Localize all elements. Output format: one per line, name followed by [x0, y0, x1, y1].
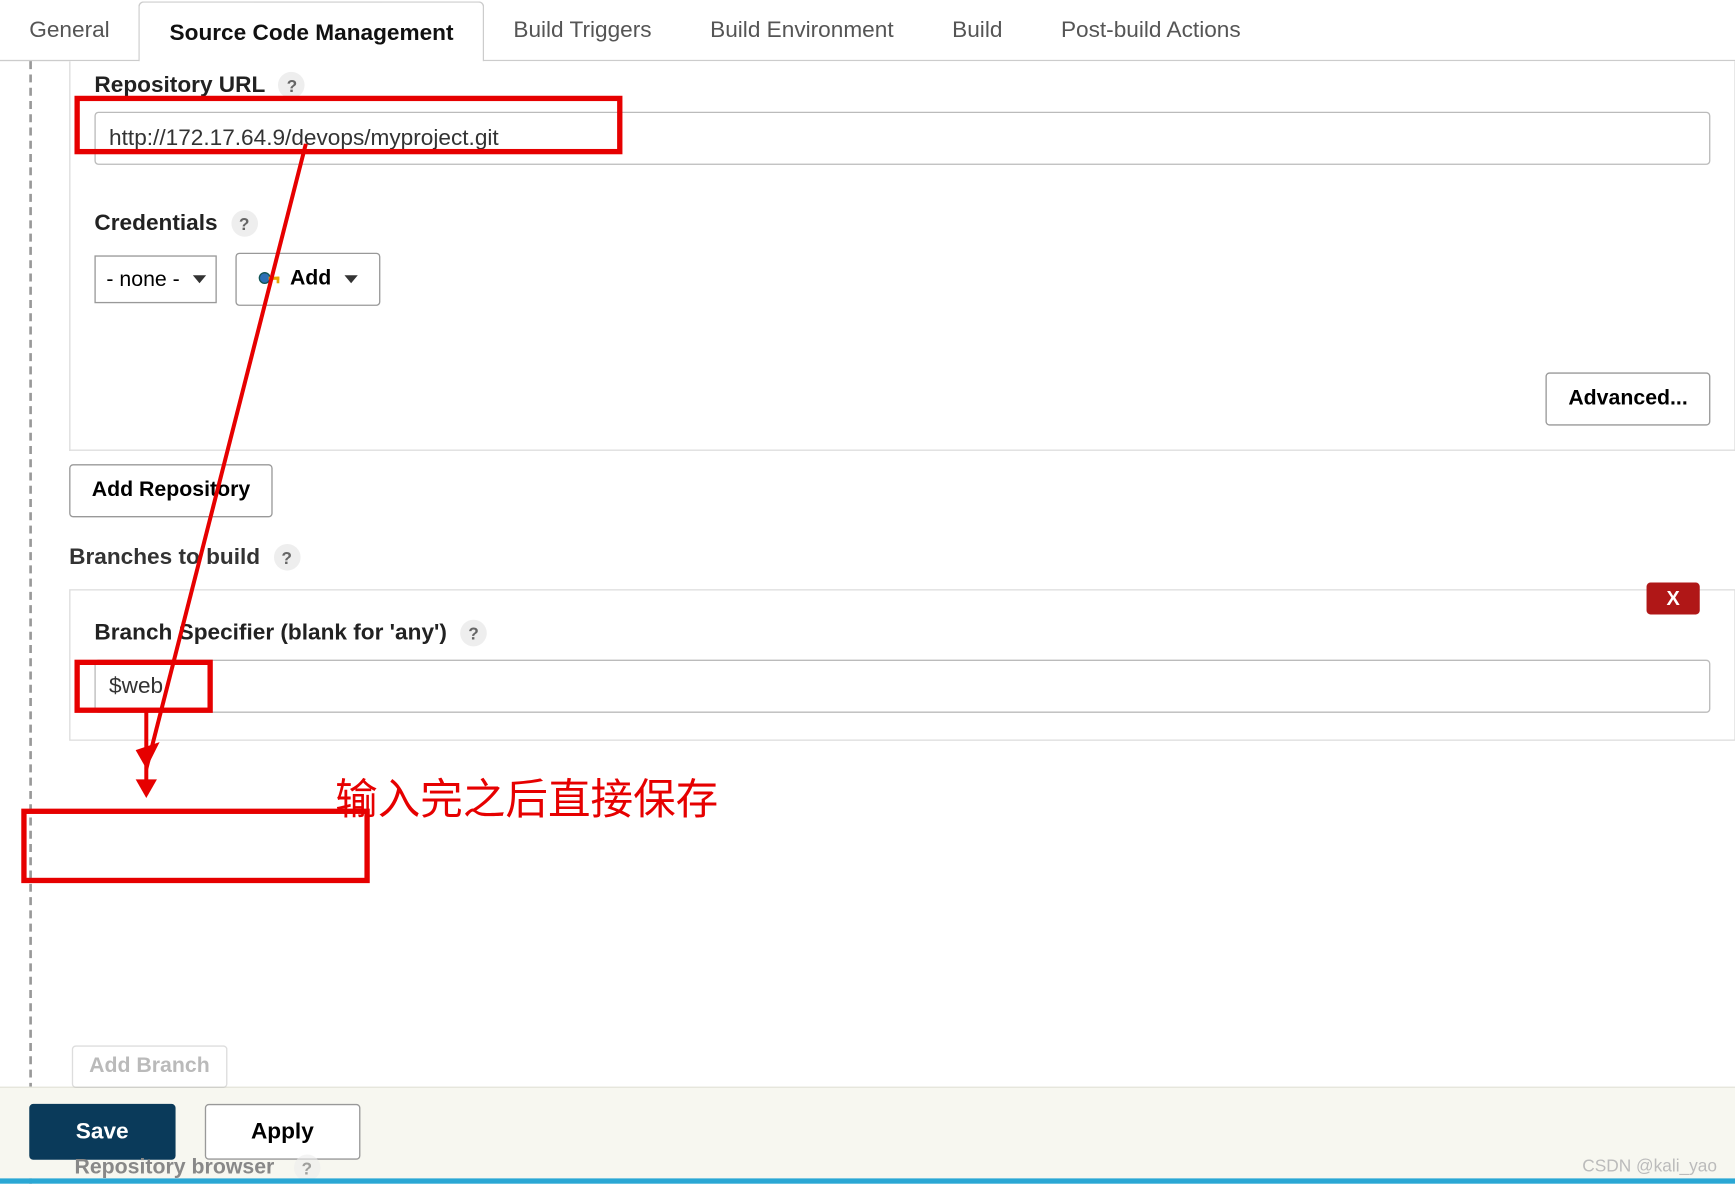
repository-section: Repository URL ? Credentials ? - none - [69, 61, 1735, 451]
repository-url-label: Repository URL [94, 72, 265, 99]
annotation-box [21, 809, 369, 883]
tab-scm[interactable]: Source Code Management [139, 1, 484, 62]
save-button[interactable]: Save [29, 1104, 175, 1160]
tab-post-build-actions[interactable]: Post-build Actions [1032, 0, 1270, 61]
help-icon[interactable]: ? [231, 210, 258, 237]
help-icon[interactable]: ? [279, 72, 306, 99]
repository-url-input[interactable] [94, 112, 1710, 165]
add-credentials-label: Add [290, 267, 331, 291]
add-credentials-button[interactable]: Add [235, 253, 380, 306]
help-icon[interactable]: ? [273, 544, 300, 571]
help-icon[interactable]: ? [294, 1154, 321, 1181]
branches-to-build-label: Branches to build [69, 544, 260, 571]
advanced-button[interactable]: Advanced... [1546, 372, 1711, 425]
tab-general[interactable]: General [0, 0, 139, 61]
key-icon [258, 269, 282, 290]
watermark: CSDN @kali_yao [1582, 1156, 1717, 1176]
apply-button[interactable]: Apply [204, 1104, 360, 1160]
credentials-select[interactable]: - none - [94, 255, 216, 303]
branch-specifier-input[interactable] [94, 660, 1710, 713]
tab-build[interactable]: Build [923, 0, 1032, 61]
footer-bar: Add Branch Save Apply Repository browser… [0, 1087, 1735, 1179]
branch-specifier-label: Branch Specifier (blank for 'any') [94, 620, 447, 647]
repository-browser-label: Repository browser [74, 1156, 274, 1179]
help-icon[interactable]: ? [460, 620, 487, 647]
tab-build-environment[interactable]: Build Environment [681, 0, 923, 61]
add-branch-button[interactable]: Add Branch [72, 1045, 227, 1088]
credentials-label: Credentials [94, 210, 217, 237]
annotation-text: 输入完之后直接保存 [335, 766, 718, 827]
tab-build-triggers[interactable]: Build Triggers [484, 0, 681, 61]
branch-section: X Branch Specifier (blank for 'any') ? [69, 589, 1735, 741]
add-repository-button[interactable]: Add Repository [69, 464, 273, 517]
config-tabs: General Source Code Management Build Tri… [0, 0, 1735, 61]
delete-branch-button[interactable]: X [1647, 583, 1700, 615]
